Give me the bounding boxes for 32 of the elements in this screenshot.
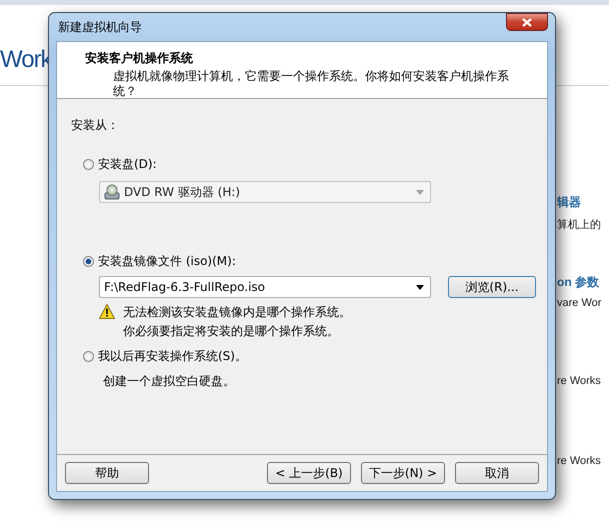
- section-text: re Works: [557, 455, 602, 467]
- section-text: vare Wor: [557, 297, 602, 309]
- header-description: 虚拟机就像物理计算机，它需要一个操作系统。你将如何安装客户机操作系统？: [113, 69, 510, 99]
- header-title: 安装客户机操作系统: [85, 50, 194, 67]
- warning-text: 无法检测该安装盘镜像内是哪个操作系统。: [123, 304, 351, 321]
- back-button[interactable]: < 上一步(B): [267, 462, 351, 484]
- next-button[interactable]: 下一步(N) >: [361, 462, 445, 484]
- radio-indicator[interactable]: [83, 351, 94, 362]
- section-text: 算机上的: [557, 218, 602, 232]
- radio-label: 安装盘(D):: [98, 156, 157, 173]
- warning-icon: [99, 304, 115, 319]
- cancel-button[interactable]: 取消: [455, 462, 539, 484]
- window-title: 新建虚拟机向导: [57, 18, 142, 36]
- iso-path-dropdown[interactable]: F:\RedFlag-6.3-FullRepo.iso: [99, 276, 431, 298]
- radio-label: 我以后再安装操作系统(S)。: [98, 348, 247, 365]
- caret-icon: [416, 190, 424, 194]
- source-label: 安装从：: [71, 117, 120, 134]
- section-text: re Works: [557, 375, 602, 387]
- caret-icon: [416, 284, 424, 290]
- option-note: 创建一个虚拟空白硬盘。: [103, 373, 236, 390]
- warning-text: 你必须要指定将安装的是哪个操作系统。: [123, 323, 340, 340]
- help-button[interactable]: 帮助: [65, 462, 149, 484]
- section-title: 辑器: [557, 194, 582, 211]
- radio-button[interactable]: 我以后再安装操作系统(S)。: [83, 348, 547, 365]
- drive-icon: [104, 184, 120, 200]
- section-title: on 参数: [557, 274, 600, 291]
- radio-label: 安装盘镜像文件 (iso)(M):: [98, 253, 236, 270]
- radio-button[interactable]: 安装盘镜像文件 (iso)(M):: [83, 253, 547, 270]
- close-icon: [522, 18, 532, 26]
- browse-button[interactable]: 浏览(R)...: [448, 276, 536, 298]
- close-button[interactable]: [506, 13, 548, 31]
- radio-indicator[interactable]: [83, 256, 94, 267]
